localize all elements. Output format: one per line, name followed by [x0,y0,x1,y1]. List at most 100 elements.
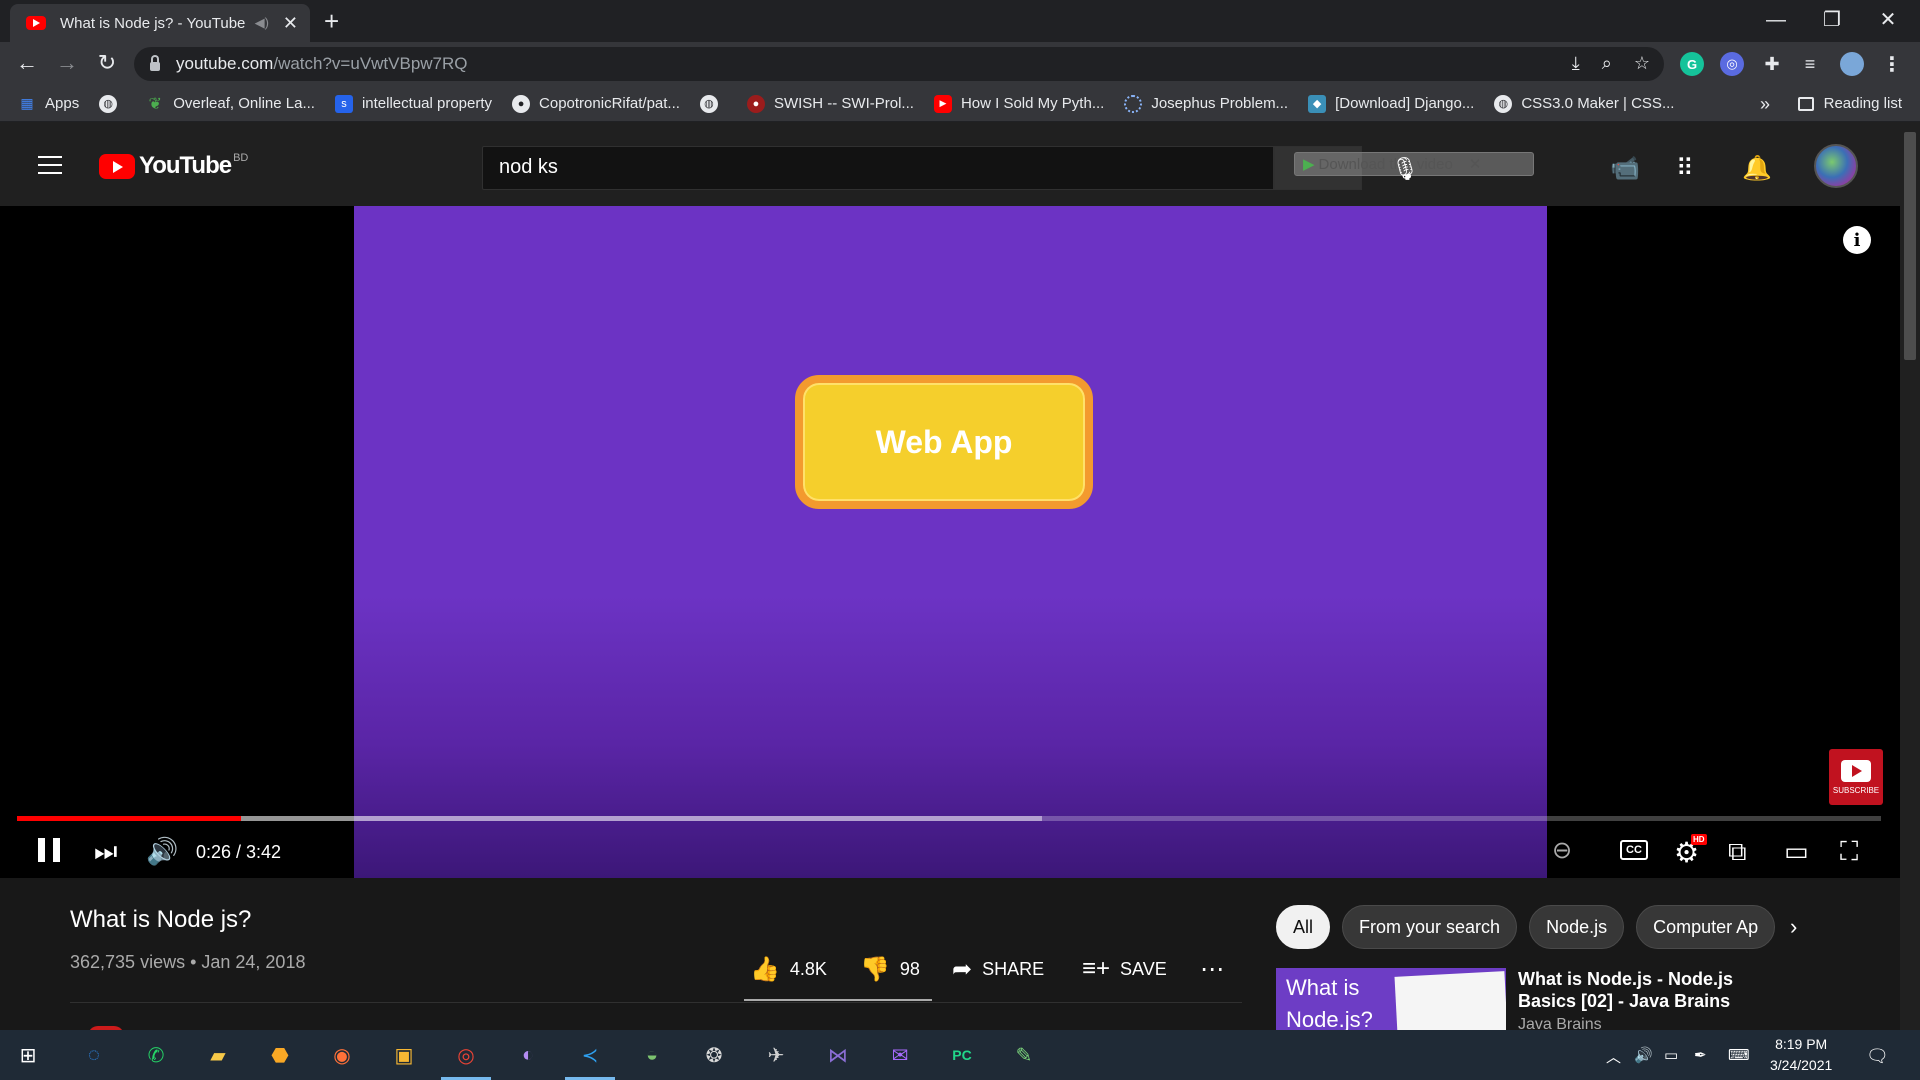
share-button[interactable]: ➦ SHARE [952,955,1044,984]
install-icon[interactable]: ⤓ [1572,53,1580,74]
tab-audio-icon[interactable]: ◀) [255,15,269,31]
bookmark-s-icon: s [334,94,353,113]
reload-button[interactable]: ↻ [92,50,122,76]
browser-tab[interactable]: What is Node js? - YouTube ◀) ✕ [10,4,310,42]
progress-bar[interactable] [17,816,1881,821]
bookmark-josephus[interactable]: Josephus Problem... [1124,94,1288,113]
github-icon: ● [512,94,531,113]
volume-icon[interactable]: 🔊 [146,836,178,867]
notifications-bell-icon[interactable]: 🔔 [1742,154,1772,183]
bookmark-django[interactable]: ◆ [Download] Django... [1308,94,1474,113]
firefox-icon[interactable]: ◉ [326,1039,358,1071]
messenger-icon[interactable]: ✉ [884,1039,916,1071]
notification-center-icon[interactable]: 🗨 [1866,1046,1889,1067]
bookmark-globe-2[interactable]: ◍ [699,94,727,113]
minimize-button[interactable]: — [1748,2,1804,38]
app-icon[interactable]: ◒ [636,1039,668,1071]
puzzle-extensions-icon[interactable]: ✚ [1760,52,1784,76]
autoplay-toggle[interactable]: ⊖ [1552,836,1572,865]
grammarly-extension-icon[interactable]: G [1680,52,1704,76]
apps-grid-icon[interactable]: ⠿ [1676,154,1694,183]
subscribe-watermark[interactable]: SUBSCRIBE [1829,749,1883,805]
lock-icon[interactable] [150,55,160,71]
video-player[interactable]: Web App i SUBSCRIBE ⏭ 🔊 0:26 / 3:42 ⊖ CC… [0,206,1900,878]
network-icon[interactable]: ▭ [1664,1046,1678,1064]
chrome-icon[interactable]: ◎ [441,1039,491,1080]
hd-badge: HD [1691,834,1707,845]
chip-nodejs[interactable]: Node.js [1529,905,1625,949]
zoom-icon[interactable]: ⌕ [1602,53,1612,74]
next-button[interactable]: ⏭ [94,836,117,868]
address-bar[interactable]: youtube.com/watch?v=uVwtVBpw7RQ ⤓ ⌕ ☆ [134,47,1664,81]
restore-button[interactable]: ❐ [1804,2,1860,38]
chip-from-your-search[interactable]: From your search [1342,905,1518,949]
microphone-icon[interactable]: 🎙 [1391,156,1419,182]
forward-button[interactable]: → [52,50,82,76]
app-icon[interactable]: ❂ [698,1039,730,1071]
window-close-button[interactable]: ✕ [1860,2,1916,38]
recommended-video-thumbnail[interactable]: What is Node.js? [1276,968,1506,1030]
vscode-icon[interactable]: ≺ [565,1039,615,1080]
more-bookmarks-button[interactable]: » [1760,94,1770,115]
theater-mode-icon[interactable]: ▭ [1784,836,1809,867]
pause-button[interactable] [38,838,60,862]
chevron-right-icon[interactable]: › [1790,914,1797,940]
whatsapp-icon[interactable]: ✆ [140,1039,172,1071]
save-button[interactable]: ≡+ SAVE [1082,955,1167,983]
more-actions-button[interactable]: ⋯ [1200,955,1234,984]
miniplayer-icon[interactable]: ⧉ [1728,836,1747,868]
overlay-close-icon[interactable]: ✕ [1469,155,1482,173]
fullscreen-icon[interactable]: ⛶ [1840,836,1858,868]
tab-strip: What is Node js? - YouTube ◀) ✕ + — ❐ ✕ [0,0,1920,42]
speaker-icon[interactable]: 🔊 [1634,1046,1653,1064]
bookmark-youtube[interactable]: ▶ How I Sold My Pyth... [933,94,1104,113]
account-avatar[interactable] [1814,144,1858,188]
scrollbar-thumb[interactable] [1904,132,1916,360]
bookmark-swish[interactable]: ● SWISH -- SWI-Prol... [746,94,914,113]
bookmark-intellectual-property[interactable]: s intellectual property [334,94,492,113]
page-scrollbar[interactable] [1900,122,1920,1030]
pycharm-icon[interactable]: PC [946,1039,978,1071]
video-frame[interactable]: Web App [354,206,1547,878]
github-desktop-icon[interactable]: ◐ [512,1039,544,1071]
country-code: BD [233,152,249,164]
app-icon[interactable]: ✈ [760,1039,792,1071]
new-tab-button[interactable]: + [324,6,339,37]
app-icon[interactable]: ✎ [1008,1039,1040,1071]
windows-start-icon[interactable]: ⊞ [12,1039,44,1071]
media-control-icon[interactable]: ≡ [1798,52,1822,76]
taskbar-clock[interactable]: 8:19 PM 3/24/2021 [1770,1034,1832,1076]
chip-computer-applications[interactable]: Computer Ap [1636,905,1776,949]
back-button[interactable]: ← [12,50,42,76]
file-explorer-icon[interactable]: ▰ [202,1039,234,1071]
youtube-logo[interactable]: YouTube BD [99,152,248,180]
bookmark-overleaf[interactable]: ❦ Overleaf, Online La... [146,95,315,113]
bookmark-github[interactable]: ● CopotronicRifat/pat... [512,94,680,113]
app-icon[interactable]: ◌ [78,1039,110,1071]
keyboard-icon[interactable]: ⌨ [1728,1046,1750,1064]
extension-icon[interactable]: ◎ [1720,52,1744,76]
app-icon[interactable]: ▣ [388,1039,420,1071]
video-title: What is Node js? [70,906,252,933]
show-hidden-icons[interactable]: ︿ [1606,1046,1621,1067]
bookmark-globe[interactable]: ◍ [99,94,126,113]
app-icon[interactable]: ⬣ [264,1039,296,1071]
bookmark-apps[interactable]: ▦ Apps [18,95,79,113]
like-button[interactable]: 👍 4.8K [750,955,827,984]
bookmark-star-icon[interactable]: ☆ [1634,53,1650,74]
browser-menu-icon[interactable]: ⋮ [1880,52,1904,76]
search-input[interactable]: nod ks [482,146,1274,190]
tab-close-icon[interactable]: ✕ [283,13,298,34]
subtitles-button[interactable]: CC [1620,840,1648,860]
create-video-icon[interactable]: 📹 [1610,154,1640,183]
pen-icon[interactable]: ✒ [1694,1046,1707,1064]
dislike-button[interactable]: 👎 98 [860,955,920,984]
bookmark-css3-maker[interactable]: ◍ CSS3.0 Maker | CSS... [1494,94,1674,113]
recommended-video-title[interactable]: What is Node.js - Node.js Basics [02] - … [1518,968,1778,1012]
profile-avatar[interactable] [1840,52,1864,76]
menu-icon[interactable] [38,156,62,180]
reading-list-button[interactable]: Reading list [1797,95,1902,112]
visual-studio-icon[interactable]: ⋈ [822,1039,854,1071]
chip-all[interactable]: All [1276,905,1331,949]
info-icon[interactable]: i [1843,226,1871,254]
